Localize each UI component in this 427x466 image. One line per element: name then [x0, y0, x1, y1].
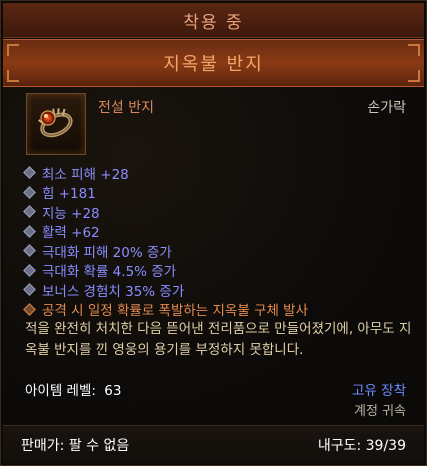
item-icon-frame [26, 93, 86, 155]
banner-corner-ornament [408, 70, 420, 82]
durability-value: 39/39 [365, 437, 406, 454]
equipped-label: 착용 중 [183, 12, 244, 33]
diamond-bullet-icon [23, 166, 36, 180]
affix-item: 최소 피해 +28 [23, 163, 308, 183]
banner-corner-ornament [7, 70, 19, 82]
diamond-bullet-icon [23, 263, 36, 277]
diamond-bullet-icon [23, 205, 36, 219]
diamond-bullet-icon [23, 185, 36, 199]
item-name-banner: 지옥불 반지 [3, 39, 424, 87]
affix-item: 보너스 경험치 35% 증가 [23, 280, 308, 300]
item-level-label: 아이템 레벨: [25, 383, 96, 399]
account-bound-label: 계정 귀속 [354, 404, 406, 419]
sell-price-value: 팔 수 없음 [68, 437, 130, 454]
banner-corner-ornament [408, 44, 420, 56]
item-slot: 손가락 [367, 100, 406, 116]
diamond-bullet-icon [23, 244, 36, 258]
sell-price: 판매가: 팔 수 없음 [21, 435, 129, 455]
affix-item: 극대화 피해 20% 증가 [23, 241, 308, 261]
diamond-bullet-icon [23, 302, 36, 316]
item-level: 아이템 레벨: 63 [25, 379, 121, 399]
diamond-bullet-icon [23, 283, 36, 297]
affix-list: 최소 피해 +28 힘 +181 지능 +28 활력 +62 극대화 피해 20… [23, 163, 308, 319]
sell-price-label: 판매가: [21, 437, 65, 454]
unique-equipped-label: 고유 장착 [352, 383, 406, 399]
affix-item: 활력 +62 [23, 222, 308, 241]
affix-item: 힘 +181 [23, 183, 308, 202]
diamond-bullet-icon [23, 224, 36, 238]
item-rarity-type: 전설 반지 [98, 100, 154, 116]
legendary-power: 공격 시 일정 확률로 폭발하는 지옥불 구체 발사 [23, 300, 308, 319]
affix-item: 극대화 확률 4.5% 증가 [23, 261, 308, 280]
durability-label: 내구도: [317, 437, 362, 454]
equipped-header: 착용 중 [3, 3, 424, 38]
item-level-value: 63 [104, 383, 122, 399]
ring-icon [38, 108, 73, 138]
tooltip-footer: 판매가: 팔 수 없음 내구도: 39/39 [3, 425, 424, 463]
banner-corner-ornament [7, 44, 19, 56]
affix-item: 지능 +28 [23, 202, 308, 222]
tooltip-body: 전설 반지 손가락 최소 피해 +28 힘 +181 지능 +28 활력 +62… [3, 87, 424, 423]
durability: 내구도: 39/39 [318, 435, 406, 455]
item-tooltip: 착용 중 지옥불 반지 전설 반지 손가락 최소 피해 +28 힘 +181 지… [0, 0, 427, 466]
flavor-text: 적을 완전히 처치한 다음 뜯어낸 전리품으로 만들어졌기에, 아무도 지옥불 … [25, 321, 412, 358]
item-name: 지옥불 반지 [163, 54, 264, 75]
